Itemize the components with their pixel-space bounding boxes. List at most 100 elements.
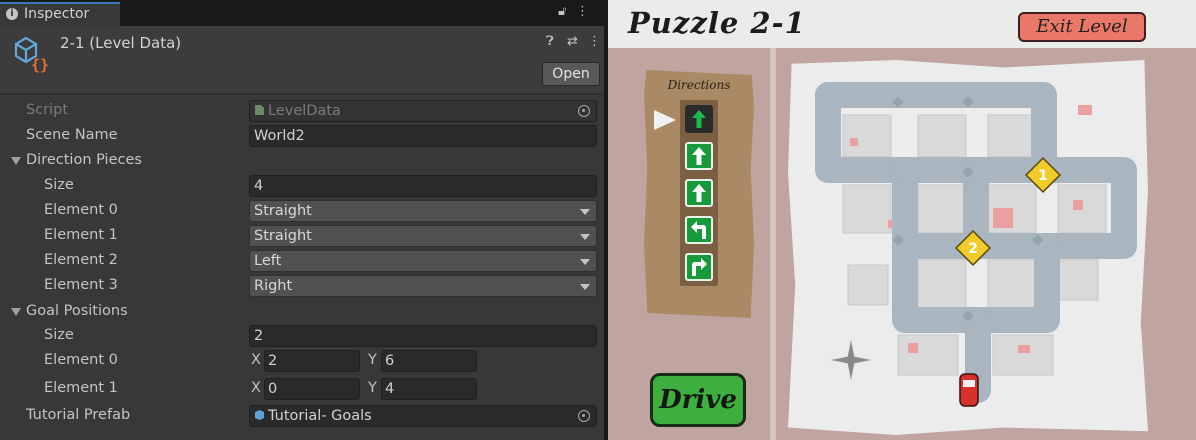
prefab-icon — [255, 410, 264, 420]
puzzle-title: Puzzle 2-1 — [628, 6, 806, 40]
dropdown-arrow-icon — [580, 259, 590, 265]
tutorial-prefab-row: Tutorial Prefab Tutorial- Goals — [0, 404, 604, 428]
up-arrow-icon — [692, 110, 706, 128]
compass-rose-icon — [831, 340, 871, 380]
tab-inspector[interactable]: i Inspector — [0, 2, 120, 26]
y-label: Y — [368, 352, 377, 368]
object-title: 2-1 (Level Data) — [60, 34, 182, 52]
tab-menu-icon[interactable]: ⋮ — [576, 4, 589, 20]
dropdown-value: Straight — [254, 228, 312, 244]
scene-name-row: Scene Name World2 — [0, 124, 604, 148]
direction-element-row: Element 0 Straight — [0, 199, 604, 223]
goal-number: 1 — [1038, 168, 1048, 184]
foldout-arrow-icon[interactable] — [11, 157, 21, 165]
info-icon: i — [6, 8, 18, 20]
direction-card[interactable] — [685, 142, 713, 170]
direction-slots — [680, 100, 718, 286]
direction-element-row: Element 3 Right — [0, 274, 604, 298]
element-label: Element 1 — [44, 380, 118, 396]
goal-x-field[interactable]: 0 — [264, 378, 360, 400]
x-label: X — [251, 352, 261, 368]
open-button[interactable]: Open — [542, 62, 600, 86]
tutorial-prefab-label: Tutorial Prefab — [26, 407, 131, 423]
direction-card-active[interactable] — [685, 105, 713, 133]
goal-element-row: Element 1 X 0 Y 4 — [0, 377, 604, 401]
goal-positions-size-row: Size 2 — [0, 324, 604, 348]
goal-positions-row[interactable]: Goal Positions — [0, 300, 604, 324]
svg-text:{}: {} — [31, 56, 49, 74]
dropdown-arrow-icon — [580, 234, 590, 240]
script-field: LevelData — [249, 100, 597, 122]
tutorial-prefab-value: Tutorial- Goals — [268, 408, 372, 424]
direction-dropdown[interactable]: Straight — [249, 200, 597, 222]
direction-element-row: Element 1 Straight — [0, 224, 604, 248]
element-label: Element 0 — [44, 202, 118, 218]
goal-positions-label: Goal Positions — [26, 303, 128, 319]
goal-positions-size-field[interactable]: 2 — [249, 325, 597, 347]
direction-card[interactable] — [685, 253, 713, 281]
game-view: Puzzle 2-1 Exit Level Directions Drive 1… — [608, 0, 1196, 440]
y-label: Y — [368, 380, 377, 396]
direction-pieces-row[interactable]: Direction Pieces — [0, 149, 604, 173]
drive-button[interactable]: Drive — [650, 373, 746, 427]
dropdown-arrow-icon — [580, 284, 590, 290]
script-label: Script — [26, 102, 69, 118]
direction-pieces-size-row: Size 4 — [0, 174, 604, 198]
tab-label: Inspector — [24, 6, 90, 22]
x-label: X — [251, 380, 261, 396]
direction-pieces-label: Direction Pieces — [26, 152, 142, 168]
component-menu-icon[interactable]: ⋮ — [588, 34, 601, 49]
scene-name-label: Scene Name — [26, 127, 118, 143]
dropdown-arrow-icon — [580, 209, 590, 215]
object-picker-icon[interactable] — [578, 410, 590, 422]
dropdown-value: Left — [254, 253, 282, 269]
element-label: Element 0 — [44, 352, 118, 368]
exit-level-button[interactable]: Exit Level — [1018, 12, 1146, 42]
direction-element-row: Element 2 Left — [0, 249, 604, 273]
turn-right-icon — [692, 258, 707, 276]
car-icon — [959, 373, 979, 407]
inspector-panel: i Inspector 🔓︎ ⋮ {} 2-1 (Level Data) ❓︎ … — [0, 0, 604, 440]
divider — [0, 94, 604, 95]
up-arrow-icon — [692, 147, 706, 165]
column-separator — [770, 48, 776, 440]
up-arrow-icon — [692, 184, 706, 202]
city-map: 1 2 — [788, 60, 1148, 435]
script-row: Script LevelData — [0, 99, 604, 123]
dropdown-value: Right — [254, 278, 293, 294]
game-header: Puzzle 2-1 Exit Level — [608, 0, 1196, 48]
element-label: Element 3 — [44, 277, 118, 293]
inspector-header: {} 2-1 (Level Data) ❓︎ ⇄ ⋮ Open — [0, 26, 604, 92]
goal-number: 2 — [968, 241, 978, 257]
direction-pieces-size-field[interactable]: 4 — [249, 175, 597, 197]
direction-dropdown[interactable]: Right — [249, 275, 597, 297]
foldout-arrow-icon[interactable] — [11, 308, 21, 316]
goal-x-field[interactable]: 2 — [264, 350, 360, 372]
direction-card[interactable] — [685, 179, 713, 207]
size-label: Size — [44, 177, 74, 193]
help-icon[interactable]: ❓︎ — [546, 34, 554, 49]
element-label: Element 1 — [44, 227, 118, 243]
directions-title: Directions — [667, 78, 731, 92]
dropdown-value: Straight — [254, 203, 312, 219]
preset-icon[interactable]: ⇄ — [567, 34, 578, 49]
direction-dropdown[interactable]: Left — [249, 250, 597, 272]
object-picker-icon — [578, 105, 590, 117]
direction-card[interactable] — [685, 216, 713, 244]
lock-icon[interactable]: 🔓︎ — [558, 4, 566, 20]
scriptable-object-icon: {} — [14, 36, 49, 74]
road-map: 1 2 — [815, 82, 1137, 407]
tab-bar: i Inspector 🔓︎ ⋮ — [0, 0, 604, 26]
goal-y-field[interactable]: 4 — [381, 378, 477, 400]
script-file-icon — [255, 105, 264, 115]
element-label: Element 2 — [44, 252, 118, 268]
scene-name-field[interactable]: World2 — [249, 125, 597, 147]
goal-y-field[interactable]: 6 — [381, 350, 477, 372]
turn-left-icon — [691, 221, 706, 239]
current-step-pointer-icon — [654, 110, 676, 130]
directions-panel: Directions — [644, 70, 754, 318]
direction-dropdown[interactable]: Straight — [249, 225, 597, 247]
tutorial-prefab-field[interactable]: Tutorial- Goals — [249, 405, 597, 427]
goal-element-row: Element 0 X 2 Y 6 — [0, 349, 604, 373]
script-value: LevelData — [268, 103, 341, 119]
